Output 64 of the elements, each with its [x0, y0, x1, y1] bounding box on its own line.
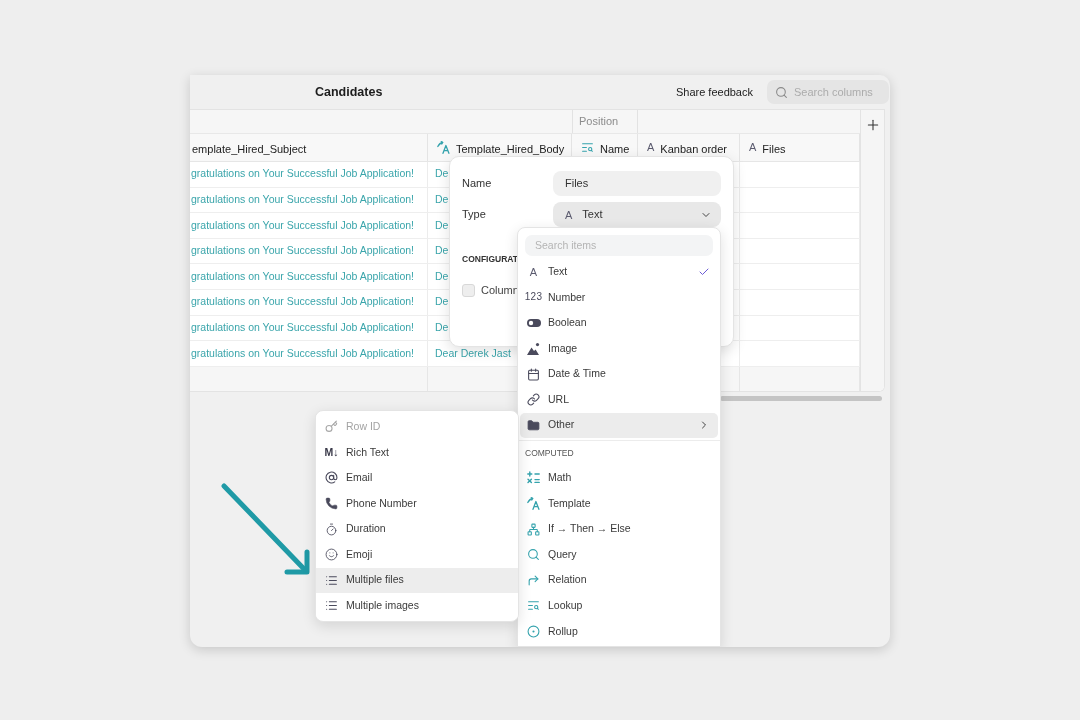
field-label: Type: [462, 207, 487, 223]
table-cell-text: De: [435, 268, 449, 284]
calendar-icon: [527, 367, 540, 381]
letter-icon: A: [749, 141, 757, 153]
table-cell-text: gratulations on Your Successful Job Application!: [191, 217, 414, 233]
markdown-icon: M↓: [324, 446, 339, 459]
template-icon: [437, 141, 450, 154]
table-cell-text: gratulations on Your Successful Job Application!: [191, 166, 414, 182]
smiley-icon: [325, 548, 338, 562]
table-cell-text: gratulations on Your Successful Job Application!: [191, 345, 414, 361]
table-cell: gratulations on Your Successful Job Application!: [191, 243, 414, 259]
key-icon: [325, 420, 338, 434]
page-title: Candidates: [315, 83, 383, 101]
toggle-icon: [526, 319, 541, 327]
table-cell-text: De: [435, 192, 449, 207]
type-select[interactable]: A Text: [553, 202, 721, 227]
curved-arrow-icon: [527, 573, 540, 587]
table-cell-text: De: [435, 217, 449, 233]
stopwatch-icon: [325, 522, 338, 536]
circle-dot-icon: [527, 625, 540, 638]
submenu-item[interactable]: Emoji: [316, 541, 518, 568]
type-menu-item[interactable]: Other: [520, 412, 718, 439]
share-feedback-button[interactable]: Share feedback: [675, 83, 753, 101]
name-input[interactable]: Files: [553, 171, 721, 196]
section-label: CONFIGURAT: [462, 254, 519, 264]
table-cell: De: [435, 243, 449, 259]
folder-icon: [527, 418, 540, 432]
column-header[interactable]: emplate_Hired_Subject: [190, 134, 428, 161]
submenu-item[interactable]: Phone Number: [316, 490, 518, 517]
table-cell-text: Dear Derek Jast: [435, 345, 511, 361]
field-label: Name: [462, 176, 493, 192]
submenu-item[interactable]: Email: [316, 465, 518, 491]
search-icon: [775, 85, 788, 99]
table-cell-text: gratulations on Your Successful Job Application!: [191, 192, 414, 207]
search-icon: [527, 548, 540, 562]
table-cell-text: gratulations on Your Successful Job Application!: [191, 294, 414, 310]
horizontal-scrollbar[interactable]: [720, 395, 882, 401]
table-cell-text: De: [435, 166, 449, 182]
column-group-label: Position: [579, 114, 619, 130]
list-icon: [325, 573, 338, 587]
digits-icon: 123: [524, 291, 543, 304]
checkbox[interactable]: [462, 283, 475, 297]
table-cell-text: gratulations on Your Successful Job Application!: [191, 268, 414, 284]
submenu-item[interactable]: M↓ Rich Text: [316, 439, 518, 466]
list-search-icon: [581, 141, 594, 154]
template-icon: [527, 497, 540, 511]
table-cell-text: gratulations on Your Successful Job Application!: [191, 320, 414, 335]
math-symbols-icon: [527, 471, 540, 485]
section-label: COMPUTED: [525, 446, 574, 460]
submenu-item[interactable]: Duration: [316, 516, 518, 542]
list-search-icon: [527, 599, 540, 613]
link-icon: [527, 393, 540, 407]
tree-icon: [527, 522, 540, 536]
image-icon: [527, 342, 540, 355]
table-cell-text: De: [435, 320, 449, 335]
submenu-item[interactable]: Multiple images: [316, 593, 518, 619]
list-icon: [325, 599, 338, 613]
letter-icon: A: [565, 208, 573, 221]
table-cell-text: De: [435, 294, 449, 310]
submenu-item[interactable]: Multiple files: [316, 567, 518, 594]
at-sign-icon: [325, 471, 338, 485]
letter-icon: A: [647, 141, 655, 153]
phone-icon: [325, 497, 338, 511]
letter-icon: A: [529, 265, 538, 278]
